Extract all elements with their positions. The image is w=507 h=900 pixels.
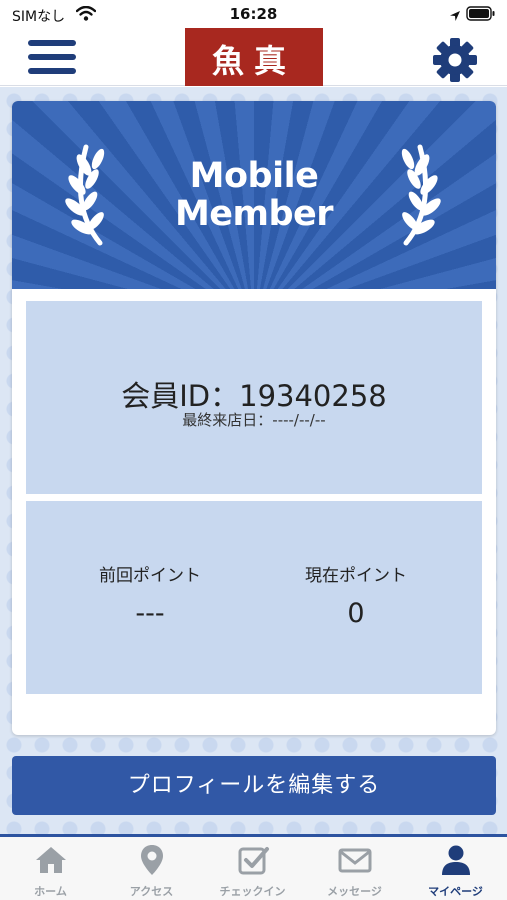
- gear-icon[interactable]: [431, 36, 479, 84]
- store-logo: 魚真: [185, 28, 323, 86]
- current-points-value: 0: [347, 598, 365, 629]
- status-bar: SIMなし 16:28: [0, 0, 507, 28]
- top-nav-bar: 魚真: [0, 28, 507, 86]
- tab-checkin-label: チェックイン: [219, 885, 286, 898]
- tab-home-label: ホーム: [34, 885, 67, 898]
- logo-text: 魚真: [211, 42, 296, 80]
- clock: 16:28: [229, 5, 278, 23]
- tab-message[interactable]: メッセージ: [304, 837, 405, 900]
- tab-access[interactable]: アクセス: [101, 837, 202, 900]
- mypage-content[interactable]: Mobile Member 会員ID：19340258 最終来店日：----/-…: [0, 87, 507, 834]
- tab-checkin[interactable]: チェックイン: [202, 837, 303, 900]
- tab-mypage[interactable]: マイページ: [405, 837, 506, 900]
- member-card: Mobile Member 会員ID：19340258 最終来店日：----/-…: [12, 101, 496, 735]
- envelope-icon: [338, 848, 372, 873]
- previous-points-label: 前回ポイント: [99, 566, 201, 586]
- bottom-tab-bar: ホーム アクセス チェックイン メッセージ マイページ: [0, 834, 507, 900]
- edit-profile-button[interactable]: プロフィールを編集する: [12, 756, 496, 815]
- current-points: 現在ポイント 0: [256, 561, 456, 629]
- current-points-label: 現在ポイント: [305, 566, 407, 586]
- member-banner: Mobile Member: [12, 101, 496, 289]
- hamburger-menu-icon[interactable]: [28, 38, 76, 76]
- map-pin-icon: [141, 845, 163, 875]
- last-visit-date: 最終来店日：----/--/--: [182, 411, 326, 429]
- points-panel: 前回ポイント --- 現在ポイント 0: [26, 501, 482, 694]
- member-id-panel: 会員ID：19340258 最終来店日：----/--/--: [26, 301, 482, 494]
- person-icon: [442, 845, 470, 875]
- home-icon: [36, 847, 66, 873]
- tab-home[interactable]: ホーム: [0, 837, 101, 900]
- location-arrow-icon: [449, 7, 461, 26]
- previous-points-value: ---: [135, 598, 165, 629]
- laurel-right-icon: [401, 144, 441, 246]
- previous-points: 前回ポイント ---: [50, 561, 250, 629]
- tab-message-label: メッセージ: [327, 885, 382, 898]
- checkbox-icon: [238, 847, 269, 875]
- battery-icon: [466, 6, 496, 25]
- tab-access-label: アクセス: [129, 885, 174, 898]
- tab-mypage-label: マイページ: [428, 885, 483, 898]
